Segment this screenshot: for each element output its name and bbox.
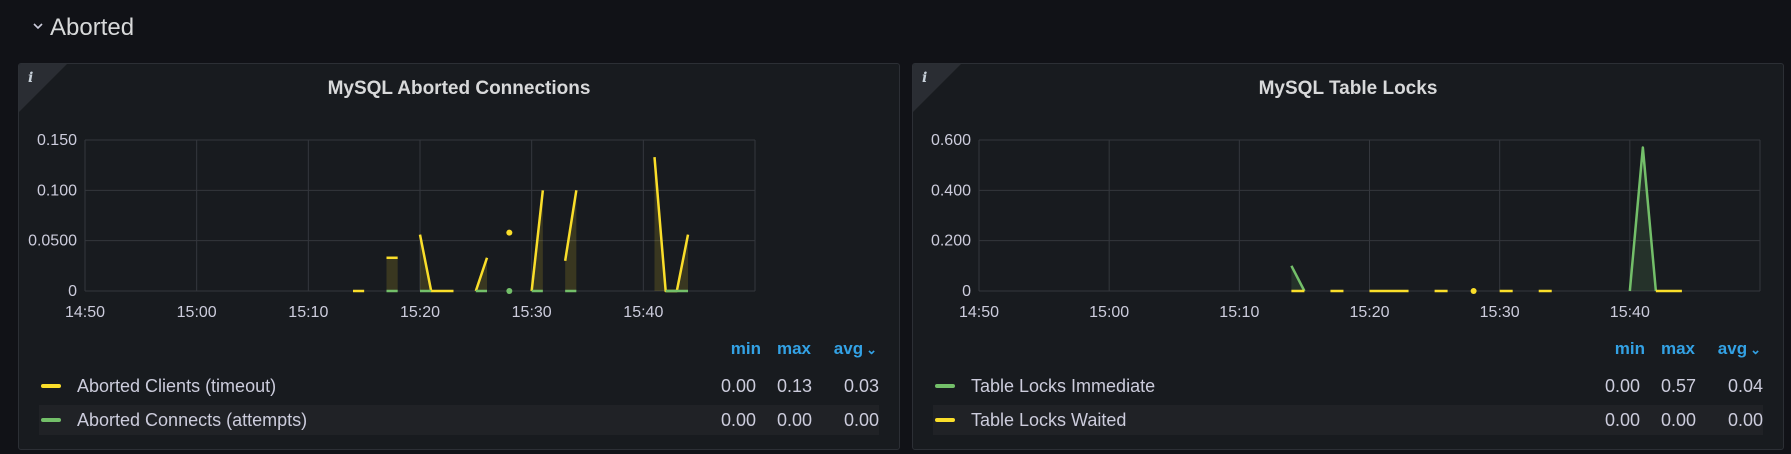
chevron-down-icon[interactable] bbox=[32, 19, 44, 37]
legend-header-min[interactable]: min bbox=[1587, 339, 1645, 359]
legend-header-avg[interactable]: avg ⌄ bbox=[811, 339, 877, 359]
legend-row[interactable]: Table Locks Immediate 0.00 0.57 0.04 bbox=[933, 371, 1763, 401]
chart-aborted-connections[interactable]: 0 0.0500 0.100 0.150 14:50 15:00 15:10 15:20 15:… bbox=[19, 64, 900, 334]
legend-series-name[interactable]: Aborted Clients (timeout) bbox=[77, 376, 696, 397]
data-point bbox=[506, 229, 513, 236]
series-color-swatch[interactable] bbox=[41, 418, 61, 422]
legend-avg: 0.00 bbox=[843, 409, 879, 430]
series-color-swatch[interactable] bbox=[935, 418, 955, 422]
legend-min: 0.00 bbox=[720, 409, 756, 430]
legend-header: min max avg ⌄ bbox=[1587, 339, 1761, 359]
x-tick-label: 15:40 bbox=[623, 304, 663, 321]
series-area bbox=[1629, 147, 1656, 291]
legend-max: 0.00 bbox=[776, 409, 812, 430]
chart-table-locks[interactable]: 0 0.200 0.400 0.600 14:50 15:00 15:10 15:20 15:3… bbox=[913, 64, 1784, 334]
x-tick-label: 14:50 bbox=[65, 304, 105, 321]
panel-aborted-connections: i MySQL Aborted Connections 0 0.0500 0.100… bbox=[18, 63, 900, 450]
x-tick-label: 15:10 bbox=[288, 304, 328, 321]
x-tick-label: 15:40 bbox=[1610, 304, 1650, 321]
y-tick-label: 0.600 bbox=[931, 132, 971, 149]
series-color-swatch[interactable] bbox=[935, 384, 955, 388]
legend-header: min max avg ⌄ bbox=[703, 339, 877, 359]
row-title[interactable]: Aborted bbox=[50, 14, 134, 42]
x-tick-label: 15:20 bbox=[1349, 304, 1389, 321]
row-header-aborted[interactable]: Aborted bbox=[32, 12, 134, 44]
legend-avg: 0.04 bbox=[1727, 375, 1763, 396]
series-color-swatch[interactable] bbox=[41, 384, 61, 388]
x-tick-label: 15:00 bbox=[177, 304, 217, 321]
legend-min: 0.00 bbox=[1604, 409, 1640, 430]
legend-header-max[interactable]: max bbox=[761, 339, 811, 359]
y-tick-label: 0.200 bbox=[931, 233, 971, 250]
legend-header-min[interactable]: min bbox=[703, 339, 761, 359]
data-point bbox=[1470, 288, 1477, 294]
legend-max: 0.13 bbox=[776, 375, 812, 396]
y-tick-label: 0.100 bbox=[37, 182, 77, 199]
x-tick-label: 15:00 bbox=[1089, 304, 1129, 321]
y-tick-label: 0 bbox=[962, 283, 971, 300]
x-tick-label: 15:10 bbox=[1219, 304, 1259, 321]
legend-max: 0.57 bbox=[1660, 375, 1696, 396]
y-tick-label: 0 bbox=[68, 283, 77, 300]
y-tick-label: 0.0500 bbox=[28, 233, 77, 250]
legend-series-name[interactable]: Table Locks Immediate bbox=[971, 376, 1580, 397]
panel-table-locks: i MySQL Table Locks 0 0.200 0.400 0.600 14:5… bbox=[912, 63, 1784, 450]
legend-header-max[interactable]: max bbox=[1645, 339, 1695, 359]
legend-row[interactable]: Aborted Clients (timeout) 0.00 0.13 0.03 bbox=[39, 371, 879, 401]
legend-header-avg[interactable]: avg ⌄ bbox=[1695, 339, 1761, 359]
legend-avg: 0.00 bbox=[1727, 409, 1763, 430]
y-tick-label: 0.400 bbox=[931, 182, 971, 199]
x-tick-label: 14:50 bbox=[959, 304, 999, 321]
x-tick-label: 15:30 bbox=[1480, 304, 1520, 321]
x-tick-label: 15:30 bbox=[512, 304, 552, 321]
legend-series-name[interactable]: Aborted Connects (attempts) bbox=[77, 410, 696, 431]
x-tick-label: 15:20 bbox=[400, 304, 440, 321]
legend-avg: 0.03 bbox=[843, 375, 879, 396]
legend-max: 0.00 bbox=[1660, 409, 1696, 430]
legend-min: 0.00 bbox=[720, 375, 756, 396]
legend-row[interactable]: Table Locks Waited 0.00 0.00 0.00 bbox=[933, 405, 1763, 435]
legend-row[interactable]: Aborted Connects (attempts) 0.00 0.00 0.… bbox=[39, 405, 879, 435]
data-point bbox=[506, 288, 513, 294]
series-area bbox=[386, 257, 398, 291]
y-tick-label: 0.150 bbox=[37, 132, 77, 149]
legend-min: 0.00 bbox=[1604, 375, 1640, 396]
chevron-down-icon: ⌄ bbox=[866, 342, 877, 357]
legend-series-name[interactable]: Table Locks Waited bbox=[971, 410, 1580, 431]
chevron-down-icon: ⌄ bbox=[1750, 342, 1761, 357]
